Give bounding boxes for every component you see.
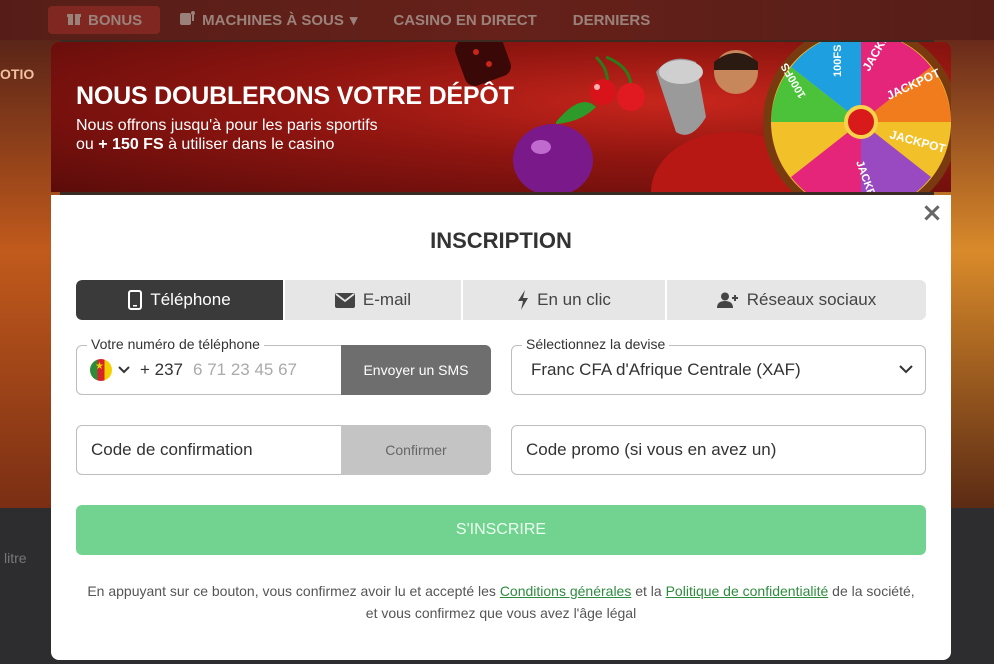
registration-modal: × INSCRIPTION Téléphone E-mail En un cli… (51, 195, 951, 660)
banner-freespins: + 150 FS (98, 136, 164, 153)
svg-text:100FS: 100FS (832, 45, 844, 77)
send-sms-button[interactable]: Envoyer un SMS (341, 345, 491, 395)
registration-method-tabs: Téléphone E-mail En un clic Réseaux soci… (76, 280, 926, 320)
envelope-icon (334, 292, 355, 308)
nav-latest-label: DERNIERS (572, 11, 651, 29)
jackpot-wheel: JACKPOT JACKPOT JACKPOT 100FS 1000FS JAC… (763, 42, 951, 192)
slot-machine-icon (178, 9, 196, 31)
close-icon[interactable]: × (921, 200, 943, 226)
tab-social[interactable]: Réseaux sociaux (667, 280, 926, 320)
nav-slots[interactable]: MACHINES À SOUS ▾ (160, 0, 375, 40)
chevron-down-icon[interactable] (118, 361, 130, 379)
nav-bonus-label: BONUS (88, 11, 143, 29)
currency-value: Franc CFA d'Afrique Centrale (XAF) (531, 360, 801, 379)
tab-email-label: E-mail (362, 290, 412, 309)
plum-icon (513, 102, 596, 192)
privacy-policy-link[interactable]: Politique de confidentialité (666, 583, 829, 599)
phone-field: + 237 Envoyer un SMS (76, 345, 491, 395)
gift-icon (66, 10, 82, 30)
chevron-down-icon: ▾ (349, 12, 358, 29)
nav-latest[interactable]: DERNIERS (555, 0, 669, 40)
dial-code: + 237 (140, 360, 184, 379)
promo-code-field (511, 425, 926, 475)
legal-text-2: et la (635, 583, 662, 599)
banner-illustration: JACKPOT JACKPOT JACKPOT 100FS 1000FS JAC… (455, 42, 951, 192)
banner-line-2-suffix: à utiliser dans le casino (168, 136, 335, 153)
nav-bonus[interactable]: BONUS (48, 6, 161, 34)
phone-input[interactable] (193, 360, 344, 380)
promo-banner: NOUS DOUBLERONS VOTRE DÉPÔT Nous offrons… (51, 42, 951, 192)
chevron-down-icon (899, 361, 913, 379)
legal-text-1: En appuyant sur ce bouton, vous confirme… (87, 583, 496, 599)
lightning-icon (517, 290, 529, 310)
currency-select[interactable]: Franc CFA d'Afrique Centrale (XAF) (511, 345, 926, 395)
register-button[interactable]: S'INSCRIRE (76, 505, 926, 555)
banner-line-2-prefix: ou (76, 136, 94, 153)
confirm-button[interactable]: Confirmer (341, 425, 491, 475)
background-promo-text: OTIO (0, 66, 35, 82)
tab-phone[interactable]: Téléphone (76, 280, 285, 320)
promo-code-input[interactable] (526, 440, 906, 460)
currency-field-label: Sélectionnez la devise (522, 336, 670, 352)
banner-line-1: Nous offrons jusqu'à pour les paris spor… (76, 117, 378, 134)
phone-field-label: Votre numéro de téléphone (87, 336, 264, 352)
legal-notice: En appuyant sur ce bouton, vous confirme… (81, 580, 921, 624)
confirmation-code-input[interactable] (91, 440, 331, 460)
cherries-icon (590, 55, 645, 111)
background-footer-text: litre (4, 550, 27, 566)
cameroon-flag-icon[interactable] (90, 359, 112, 381)
banner-subtext: Nous offrons jusqu'à pour les paris spor… (76, 116, 378, 154)
nav-live-casino-label: CASINO EN DIRECT (393, 11, 537, 29)
dice-icon (455, 42, 511, 86)
modal-title: INSCRIPTION (430, 228, 572, 253)
background-nav: BONUS MACHINES À SOUS ▾ CASINO EN DIRECT… (0, 0, 994, 40)
tab-phone-label: Téléphone (150, 290, 231, 309)
tab-email[interactable]: E-mail (285, 280, 463, 320)
tab-one-click[interactable]: En un clic (463, 280, 667, 320)
users-icon (716, 292, 739, 308)
terms-link[interactable]: Conditions générales (500, 583, 632, 599)
confirmation-code-field: Confirmer (76, 425, 491, 475)
tab-one-click-label: En un clic (537, 290, 611, 309)
banner-line-2: ou + 150 FS à utiliser dans le casino (76, 135, 378, 154)
mobile-phone-icon (128, 290, 143, 310)
tab-social-label: Réseaux sociaux (746, 290, 877, 309)
nav-slots-label: MACHINES À SOUS (202, 11, 344, 29)
nav-live-casino[interactable]: CASINO EN DIRECT (375, 0, 554, 40)
